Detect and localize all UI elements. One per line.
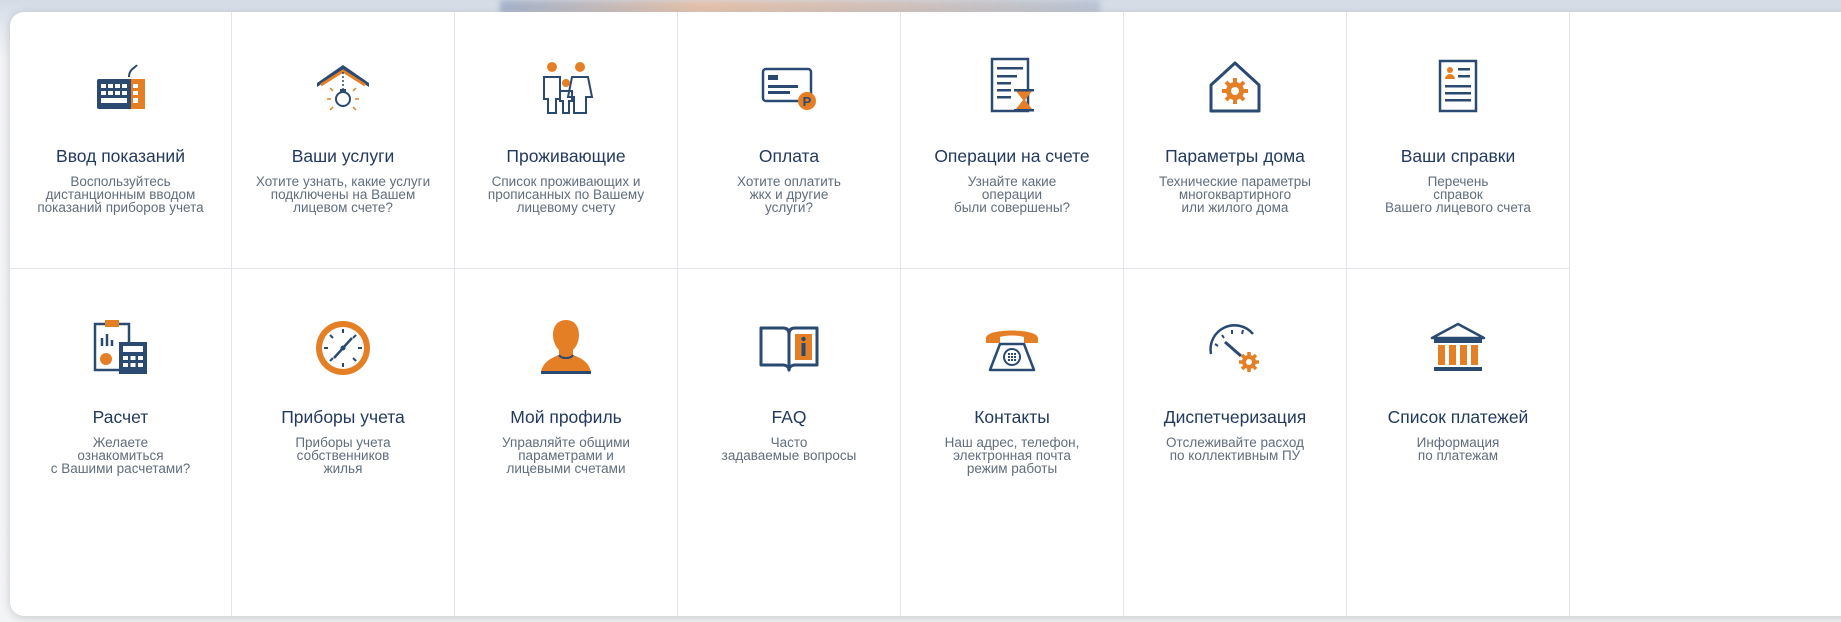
tile-description: Перечень справок Вашего лицевого счета (1385, 174, 1531, 215)
id-document-icon (1426, 55, 1490, 119)
tile-title: Контакты (974, 407, 1050, 427)
tile-description: Узнайте какие операции были совершены? (953, 174, 1071, 215)
tile-title: Расчет (92, 407, 149, 427)
tile-title: Операции на счете (934, 146, 1090, 166)
tile-payment[interactable]: P Оплата Хотите оплатить жкх и другие ус… (678, 12, 901, 269)
tile-title: Список платежей (1387, 407, 1529, 427)
tile-description: Информация по платежам (1416, 435, 1500, 463)
tile-description: Хотите оплатить жкх и другие услуги? (737, 174, 841, 215)
tile-faq[interactable]: FAQ Часто задаваемые вопросы (678, 269, 901, 616)
speedometer-gear-icon (1203, 316, 1267, 380)
user-profile-icon (534, 316, 598, 380)
tile-your-services[interactable]: Ваши услуги Хотите узнать, какие услуги … (232, 12, 455, 269)
tile-title: FAQ (771, 407, 807, 427)
tile-certificates[interactable]: Ваши справки Перечень справок Вашего лиц… (1347, 12, 1570, 269)
services-panel: Ввод показаний Воспользуйтесь дистанцион… (10, 12, 1841, 616)
family-icon (534, 55, 598, 119)
house-gear-icon (1203, 55, 1267, 119)
tile-account-operations[interactable]: Операции на счете Узнайте какие операции… (901, 12, 1124, 269)
tile-title: Оплата (758, 146, 820, 166)
calculator-clipboard-icon (89, 316, 153, 380)
tile-description: Наш адрес, телефон, электронная почта ре… (944, 435, 1080, 476)
meter-gauge-icon (311, 316, 375, 380)
payment-card-icon: P (757, 55, 821, 119)
tile-title: Проживающие (506, 146, 626, 166)
tile-my-profile[interactable]: Мой профиль Управляйте общими параметрам… (455, 269, 678, 616)
document-hourglass-icon (980, 55, 1044, 119)
roof-lightbulb-icon (311, 55, 375, 119)
tile-meter-readings[interactable]: Ввод показаний Воспользуйтесь дистанцион… (10, 12, 232, 269)
tile-description: Технические параметры многоквартирного и… (1158, 174, 1311, 215)
tile-title: Диспетчеризация (1163, 407, 1307, 427)
tile-description: Воспользуйтесь дистанционным вводом пока… (37, 174, 204, 215)
tile-title: Мой профиль (510, 407, 622, 427)
tile-description: Часто задаваемые вопросы (721, 435, 857, 463)
tile-calculation[interactable]: Расчет Желаете ознакомиться с Вашими рас… (10, 269, 232, 616)
tile-title: Параметры дома (1165, 146, 1305, 166)
telephone-icon (980, 316, 1044, 380)
book-info-icon (757, 316, 821, 380)
tile-meters[interactable]: Приборы учета Приборы учета собственнико… (232, 269, 455, 616)
tile-description: Список проживающих и прописанных по Ваше… (487, 174, 645, 215)
tile-contacts[interactable]: Контакты Наш адрес, телефон, электронная… (901, 269, 1124, 616)
tile-title: Ваши справки (1400, 146, 1516, 166)
tile-title: Приборы учета (281, 407, 405, 427)
bank-building-icon (1426, 316, 1490, 380)
tile-title: Ввод показаний (56, 146, 185, 166)
services-grid: Ввод показаний Воспользуйтесь дистанцион… (10, 12, 1841, 616)
tile-payments-list[interactable]: Список платежей Информация по платежам (1347, 269, 1570, 616)
tile-description: Приборы учета собственников жилья (295, 435, 391, 476)
tile-dispatching[interactable]: Диспетчеризация Отслеживайте расход по к… (1124, 269, 1347, 616)
tile-residents[interactable]: Проживающие Список проживающих и прописа… (455, 12, 678, 269)
tile-title: Ваши услуги (291, 146, 395, 166)
tile-description: Желаете ознакомиться с Вашими расчетами? (50, 435, 191, 476)
svg-text:P: P (803, 94, 812, 109)
tile-house-parameters[interactable]: Параметры дома Технические параметры мно… (1124, 12, 1347, 269)
keyboard-icon (89, 55, 153, 119)
tile-description: Хотите узнать, какие услуги подключены н… (255, 174, 431, 215)
tile-description: Отслеживайте расход по коллективным ПУ (1166, 435, 1304, 463)
tile-description: Управляйте общими параметрами и лицевыми… (502, 435, 630, 476)
